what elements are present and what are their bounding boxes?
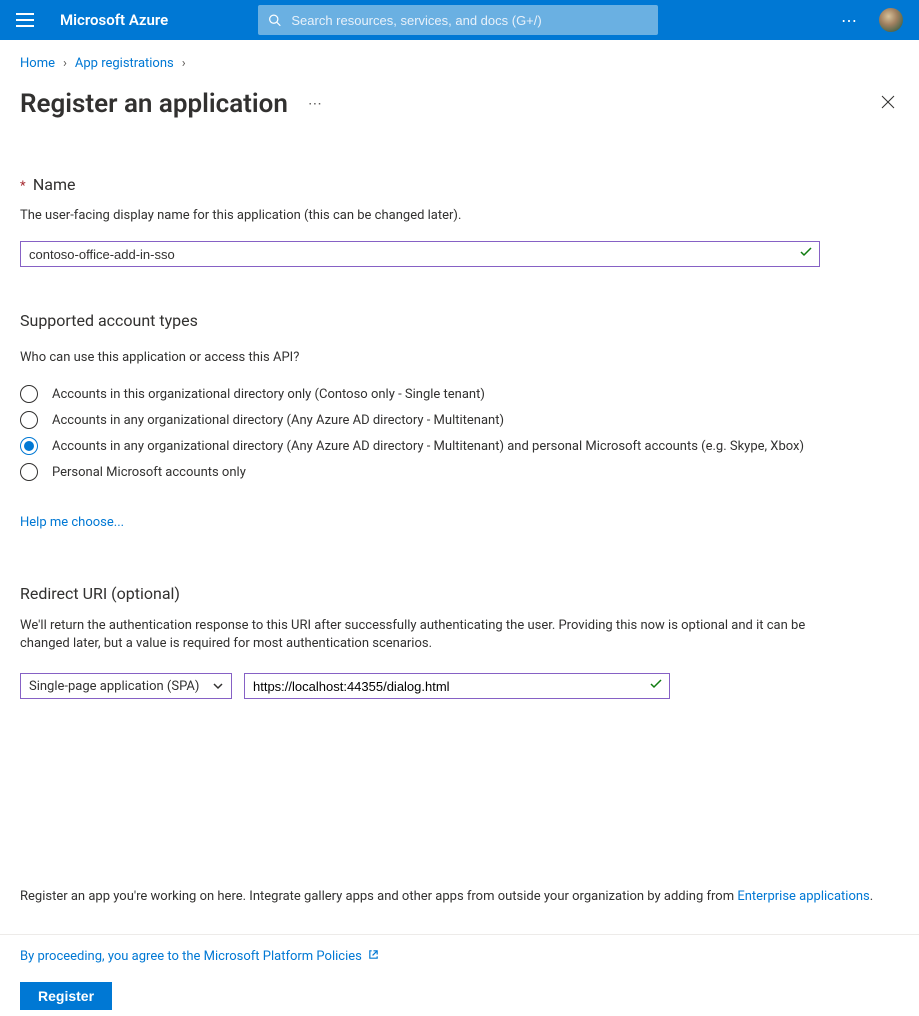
enterprise-applications-link[interactable]: Enterprise applications xyxy=(737,889,869,904)
register-button[interactable]: Register xyxy=(20,982,112,1010)
radio-icon xyxy=(20,463,38,481)
redirect-uri-description: We'll return the authentication response… xyxy=(20,617,820,653)
account-type-radio[interactable]: Personal Microsoft accounts only xyxy=(20,459,899,485)
radio-label: Accounts in this organizational director… xyxy=(52,387,485,402)
account-types-heading: Supported account types xyxy=(20,311,899,330)
valid-check-icon xyxy=(800,246,812,262)
page-more-menu[interactable]: ⋯ xyxy=(308,96,324,112)
more-menu[interactable]: ⋯ xyxy=(841,11,859,30)
page-title: Register an application xyxy=(20,89,288,119)
breadcrumb-app-registrations[interactable]: App registrations xyxy=(75,56,174,71)
radio-icon xyxy=(20,437,38,455)
radio-icon xyxy=(20,411,38,429)
chevron-down-icon xyxy=(213,681,223,691)
avatar[interactable] xyxy=(879,8,903,32)
name-description: The user-facing display name for this ap… xyxy=(20,208,899,223)
account-types-question: Who can use this application or access t… xyxy=(20,350,899,365)
close-button[interactable] xyxy=(877,91,899,117)
breadcrumb: Home › App registrations › xyxy=(20,56,899,71)
account-type-radio[interactable]: Accounts in any organizational directory… xyxy=(20,433,899,459)
search-icon xyxy=(268,13,281,27)
account-type-radio[interactable]: Accounts in any organizational directory… xyxy=(20,407,899,433)
account-type-radio[interactable]: Accounts in this organizational director… xyxy=(20,381,899,407)
global-search[interactable] xyxy=(258,5,658,35)
divider xyxy=(0,934,919,935)
chevron-right-icon: › xyxy=(63,56,67,71)
close-icon xyxy=(881,95,895,109)
radio-label: Accounts in any organizational directory… xyxy=(52,439,804,454)
radio-label: Personal Microsoft accounts only xyxy=(52,465,246,480)
radio-icon xyxy=(20,385,38,403)
search-input[interactable] xyxy=(291,13,648,28)
required-indicator: * xyxy=(20,179,26,194)
breadcrumb-home[interactable]: Home xyxy=(20,56,55,71)
platform-select-value: Single-page application (SPA) xyxy=(29,679,199,694)
radio-label: Accounts in any organizational directory… xyxy=(52,413,504,428)
valid-check-icon xyxy=(650,678,662,694)
platform-policies-link[interactable]: By proceeding, you agree to the Microsof… xyxy=(20,949,379,964)
help-me-choose-link[interactable]: Help me choose... xyxy=(20,515,124,530)
redirect-uri-input[interactable] xyxy=(244,673,670,699)
name-label: Name xyxy=(33,175,76,194)
chevron-right-icon: › xyxy=(182,56,186,71)
redirect-uri-heading: Redirect URI (optional) xyxy=(20,584,899,603)
menu-toggle[interactable] xyxy=(16,10,36,30)
brand-label: Microsoft Azure xyxy=(60,11,168,29)
platform-select[interactable]: Single-page application (SPA) xyxy=(20,673,232,699)
app-name-input[interactable] xyxy=(20,241,820,267)
enterprise-apps-note: Register an app you're working on here. … xyxy=(20,889,899,904)
external-link-icon xyxy=(368,949,379,964)
